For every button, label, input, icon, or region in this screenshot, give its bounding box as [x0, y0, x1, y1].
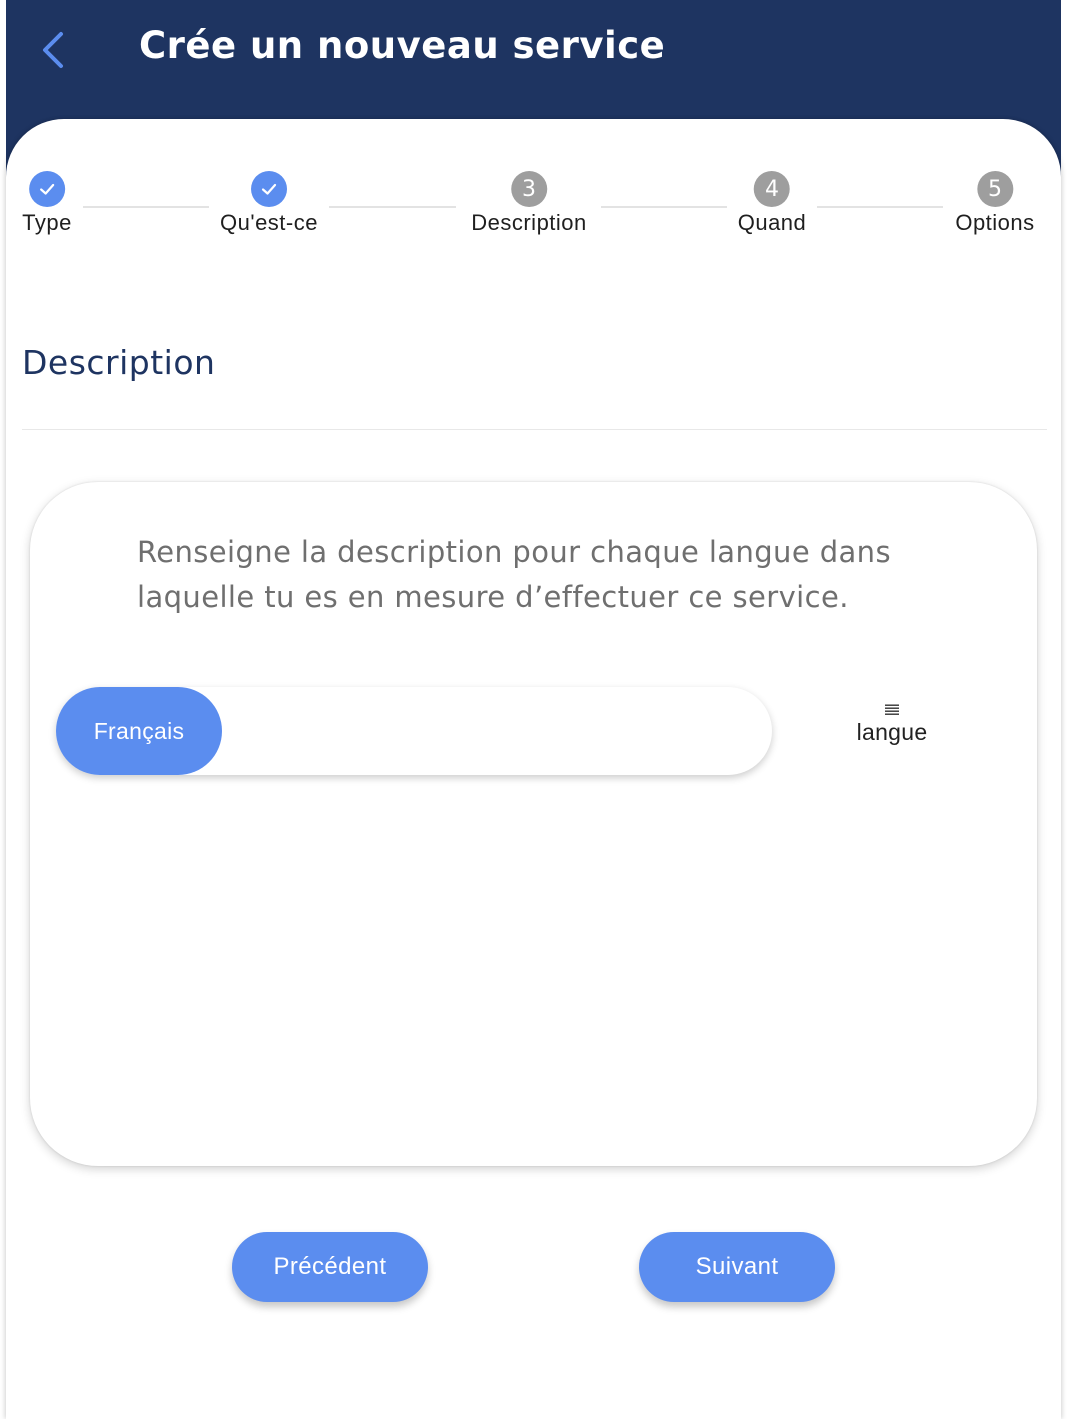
check-icon — [39, 183, 55, 195]
section-title: Description — [22, 343, 216, 382]
previous-button[interactable]: Précédent — [232, 1232, 428, 1302]
chevron-left-icon — [43, 32, 63, 68]
step-type[interactable]: Type — [22, 171, 72, 236]
step-options[interactable]: 5 Options — [955, 171, 1034, 236]
menu-lines-icon — [885, 704, 899, 715]
step-label: Description — [471, 210, 587, 235]
step-quand[interactable]: 4 Quand — [738, 171, 807, 236]
step-complete-icon — [28, 171, 65, 207]
step-number: 4 — [754, 171, 790, 207]
step-connector — [601, 206, 727, 208]
add-language-button[interactable]: langue — [842, 704, 942, 746]
next-button[interactable]: Suivant — [639, 1232, 835, 1302]
language-tabs: Français — [56, 687, 772, 775]
step-label: Qu'est-ce — [220, 210, 318, 235]
step-label: Quand — [737, 210, 807, 235]
add-language-label: langue — [856, 719, 928, 745]
divider — [22, 429, 1047, 430]
step-label: Options — [955, 210, 1035, 235]
step-complete-icon — [251, 171, 287, 207]
language-tab-francais[interactable]: Français — [56, 687, 222, 775]
instruction-text: Renseigne la description pour chaque lan… — [137, 535, 891, 614]
step-connector — [817, 206, 943, 208]
page-title: Crée un nouveau service — [139, 24, 666, 67]
description-card: Renseigne la description pour chaque lan… — [30, 482, 1037, 1166]
step-label: Type — [22, 210, 72, 235]
step-number: 5 — [976, 171, 1013, 207]
step-quest-ce[interactable]: Qu'est-ce — [220, 171, 318, 236]
check-icon — [261, 183, 277, 195]
back-button[interactable] — [36, 28, 70, 72]
step-connector — [83, 206, 209, 208]
step-number: 3 — [510, 171, 547, 207]
step-connector — [329, 206, 456, 208]
step-description[interactable]: 3 Description — [471, 171, 587, 236]
